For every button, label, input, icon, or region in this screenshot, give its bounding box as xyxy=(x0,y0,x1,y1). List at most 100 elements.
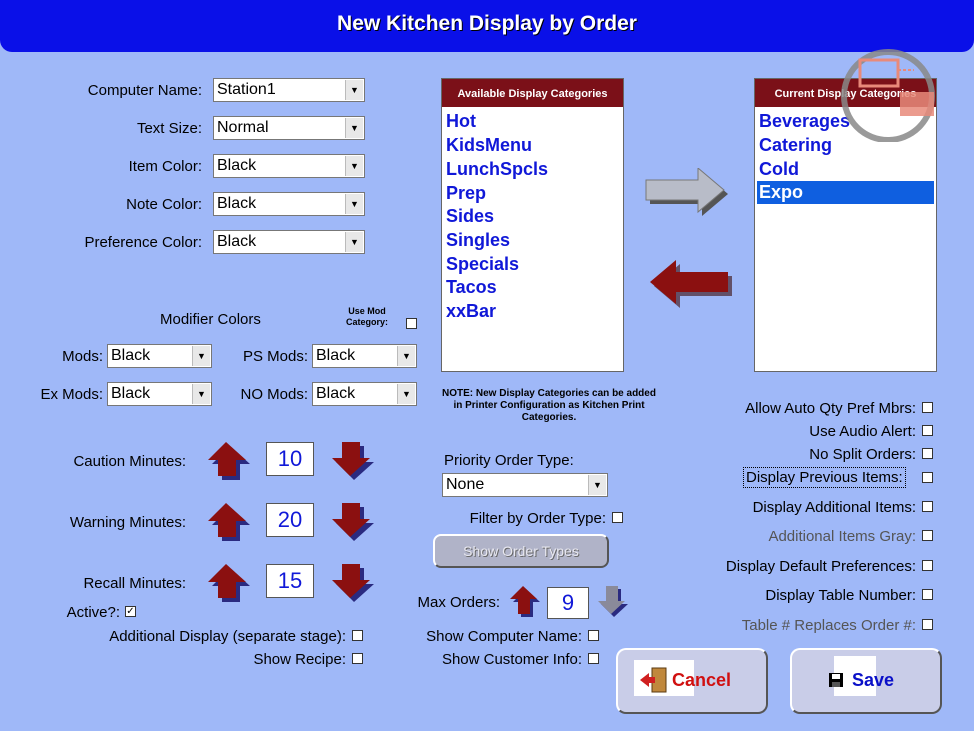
list-item[interactable]: Sides xyxy=(444,205,621,228)
ps-mods-select[interactable]: Black ▼ xyxy=(312,344,417,368)
active-checkbox[interactable]: ✓ xyxy=(125,606,136,617)
display-table-number-label: Display Table Number: xyxy=(765,587,916,604)
use-mod-category-label: Use Mod Category: xyxy=(345,306,388,327)
additional-display-checkbox[interactable] xyxy=(352,630,363,641)
list-item[interactable]: LunchSpcls xyxy=(444,158,621,181)
cancel-button[interactable]: Cancel xyxy=(616,648,768,714)
list-item[interactable]: Specials xyxy=(444,253,621,276)
no-split-orders-checkbox[interactable] xyxy=(922,448,933,459)
show-recipe-checkbox[interactable] xyxy=(352,653,363,664)
caution-minutes-value[interactable]: 10 xyxy=(266,442,314,476)
dropdown-arrow-icon[interactable]: ▼ xyxy=(345,80,363,100)
show-computer-name-checkbox[interactable] xyxy=(588,630,599,641)
note-color-label: Note Color: xyxy=(126,196,202,213)
display-table-number-checkbox[interactable] xyxy=(922,589,933,600)
no-split-orders-label: No Split Orders: xyxy=(809,446,916,463)
use-mod-category-checkbox[interactable] xyxy=(406,318,417,329)
table-replaces-order-checkbox[interactable] xyxy=(922,619,933,630)
no-mods-select[interactable]: Black ▼ xyxy=(312,382,417,406)
list-item[interactable]: Singles xyxy=(444,229,621,252)
show-order-types-button[interactable]: Show Order Types xyxy=(433,534,609,568)
use-audio-alert-checkbox[interactable] xyxy=(922,425,933,436)
display-default-preferences-checkbox[interactable] xyxy=(922,560,933,571)
item-color-select[interactable]: Black ▼ xyxy=(213,154,365,178)
warning-minutes-value[interactable]: 20 xyxy=(266,503,314,537)
allow-auto-qty-pref-checkbox[interactable] xyxy=(922,402,933,413)
ex-mods-label: Ex Mods: xyxy=(40,386,103,403)
recall-minutes-value[interactable]: 15 xyxy=(266,564,314,598)
save-label: Save xyxy=(852,670,895,690)
cancel-label: Cancel xyxy=(672,670,732,690)
preference-color-select[interactable]: Black ▼ xyxy=(213,230,365,254)
note-color-select[interactable]: Black ▼ xyxy=(213,192,365,216)
dropdown-arrow-icon[interactable]: ▼ xyxy=(345,194,363,214)
ps-mods-label: PS Mods: xyxy=(242,348,308,365)
monitor-logo-icon xyxy=(841,49,935,142)
priority-order-type-label: Priority Order Type: xyxy=(444,452,574,469)
no-mods-value: Black xyxy=(316,385,356,402)
dropdown-arrow-icon[interactable]: ▼ xyxy=(588,475,606,495)
preference-color-label: Preference Color: xyxy=(84,234,202,251)
warning-down-arrow-icon[interactable] xyxy=(330,503,374,541)
warning-minutes-label: Warning Minutes: xyxy=(69,514,186,531)
show-customer-info-label: Show Customer Info: xyxy=(441,651,582,668)
exit-door-icon xyxy=(640,667,667,693)
list-item-selected[interactable]: Expo xyxy=(757,181,934,204)
display-additional-items-checkbox[interactable] xyxy=(922,501,933,512)
text-size-label: Text Size: xyxy=(136,120,202,137)
list-item[interactable]: Hot xyxy=(444,110,621,133)
warning-up-arrow-icon[interactable] xyxy=(206,503,250,541)
show-customer-info-checkbox[interactable] xyxy=(588,653,599,664)
max-orders-up-arrow-icon[interactable] xyxy=(508,586,540,618)
dropdown-arrow-icon[interactable]: ▼ xyxy=(345,156,363,176)
max-orders-value[interactable]: 9 xyxy=(547,587,589,619)
show-recipe-label: Show Recipe: xyxy=(253,651,346,668)
table-replaces-order-label: Table # Replaces Order #: xyxy=(741,617,916,634)
computer-name-label: Computer Name: xyxy=(87,82,202,99)
list-item[interactable]: Prep xyxy=(444,182,621,205)
filter-by-order-type-checkbox[interactable] xyxy=(612,512,623,523)
caution-up-arrow-icon[interactable] xyxy=(206,442,250,480)
move-right-arrow-icon[interactable] xyxy=(644,168,732,220)
dropdown-arrow-icon[interactable]: ▼ xyxy=(397,346,415,366)
priority-order-type-select[interactable]: None ▼ xyxy=(442,473,608,497)
mods-label: Mods: xyxy=(62,348,103,365)
show-order-types-label: Show Order Types xyxy=(463,543,579,559)
available-categories-list[interactable]: Available Display Categories Hot KidsMen… xyxy=(441,78,624,372)
move-left-arrow-icon[interactable] xyxy=(644,260,732,312)
dropdown-arrow-icon[interactable]: ▼ xyxy=(192,346,210,366)
list-item[interactable]: Cold xyxy=(757,158,934,181)
list-item[interactable]: Tacos xyxy=(444,276,621,299)
display-default-preferences-label: Display Default Preferences: xyxy=(725,558,916,575)
recall-down-arrow-icon[interactable] xyxy=(330,564,374,602)
additional-items-gray-checkbox[interactable] xyxy=(922,530,933,541)
allow-auto-qty-pref-label: Allow Auto Qty Pref Mbrs: xyxy=(745,400,916,417)
available-categories-header: Available Display Categories xyxy=(442,79,623,107)
computer-name-value: Station1 xyxy=(217,81,276,98)
display-previous-items-label: Display Previous Items: xyxy=(743,467,906,488)
recall-up-arrow-icon[interactable] xyxy=(206,564,250,602)
text-size-select[interactable]: Normal ▼ xyxy=(213,116,365,140)
recall-minutes-label: Recall Minutes: xyxy=(83,575,186,592)
display-previous-items-checkbox[interactable] xyxy=(922,472,933,483)
note-color-value: Black xyxy=(217,195,257,212)
use-audio-alert-label: Use Audio Alert: xyxy=(809,423,916,440)
dropdown-arrow-icon[interactable]: ▼ xyxy=(397,384,415,404)
additional-items-gray-label: Additional Items Gray: xyxy=(768,528,916,545)
mods-select[interactable]: Black ▼ xyxy=(107,344,212,368)
save-button[interactable]: Save xyxy=(790,648,942,714)
list-item[interactable]: KidsMenu xyxy=(444,134,621,157)
window-title: New Kitchen Display by Order xyxy=(337,12,637,35)
display-additional-items-label: Display Additional Items: xyxy=(752,499,916,516)
mods-value: Black xyxy=(111,347,151,364)
caution-down-arrow-icon[interactable] xyxy=(330,442,374,480)
list-item[interactable]: xxBar xyxy=(444,300,621,323)
ex-mods-select[interactable]: Black ▼ xyxy=(107,382,212,406)
title-bar: New Kitchen Display by Order xyxy=(0,0,974,52)
computer-name-select[interactable]: Station1 ▼ xyxy=(213,78,365,102)
dropdown-arrow-icon[interactable]: ▼ xyxy=(192,384,210,404)
item-color-label: Item Color: xyxy=(128,158,202,175)
dropdown-arrow-icon[interactable]: ▼ xyxy=(345,232,363,252)
max-orders-down-arrow-icon[interactable] xyxy=(596,586,628,618)
dropdown-arrow-icon[interactable]: ▼ xyxy=(345,118,363,138)
